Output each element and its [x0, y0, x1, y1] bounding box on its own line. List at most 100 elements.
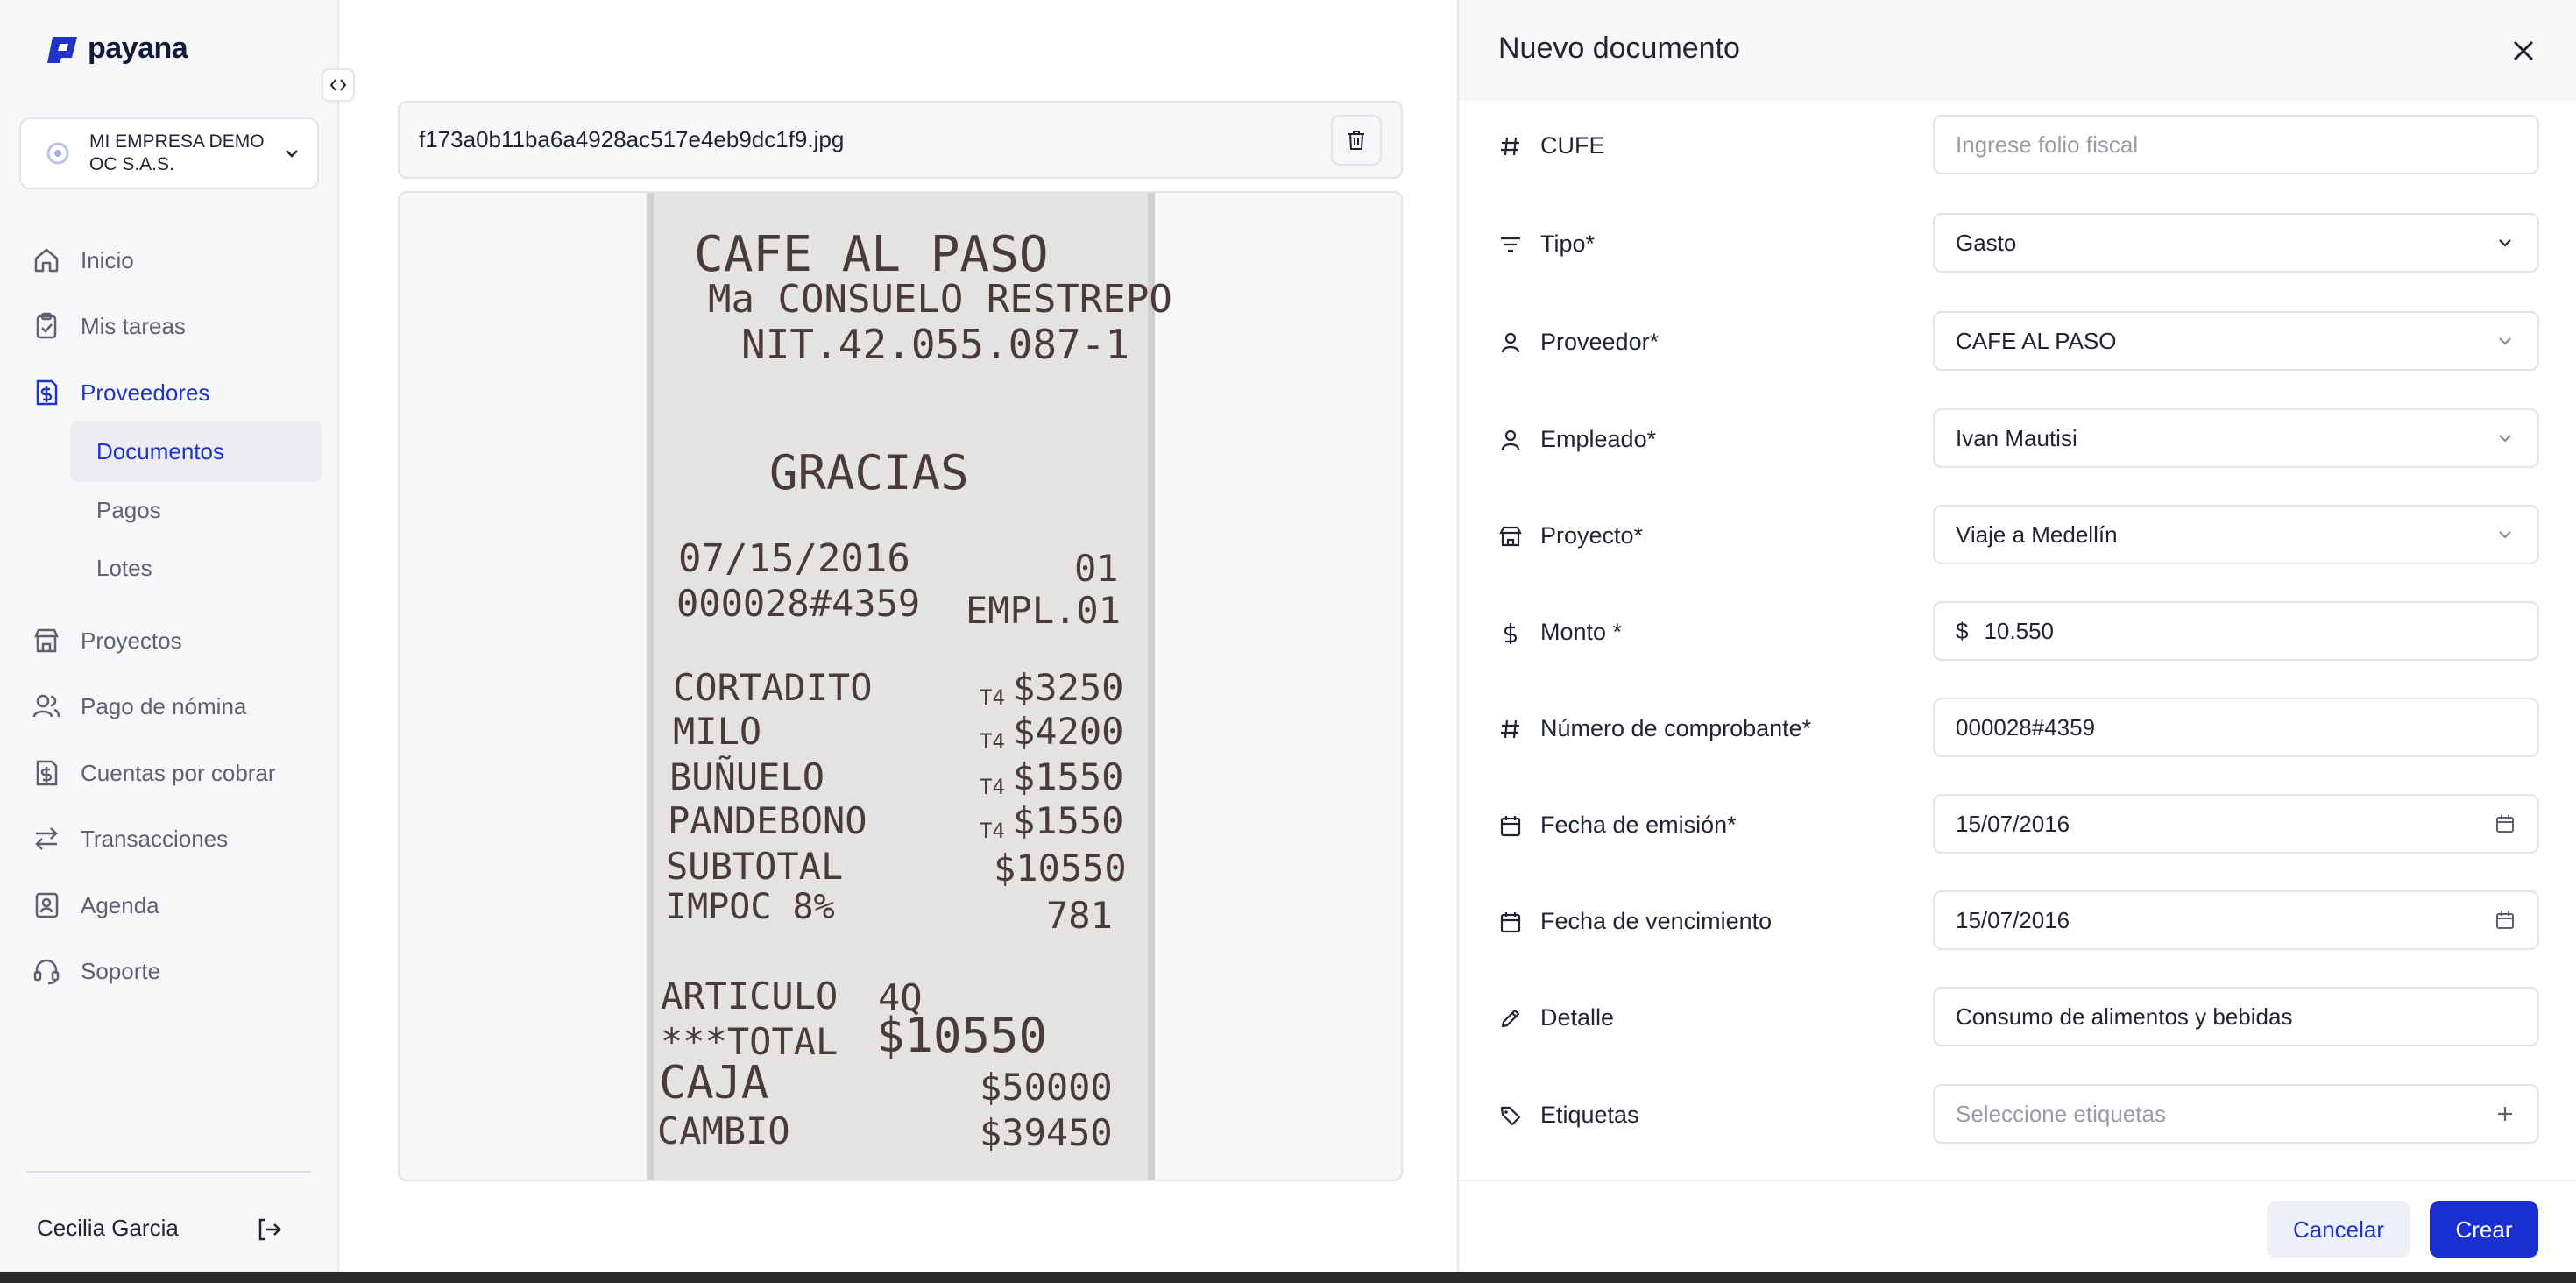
field-label: Fecha de emisión*	[1498, 812, 1737, 839]
receipt-tax-label: IMPOC 8%	[666, 887, 835, 927]
receipt-item-tax: T4	[980, 775, 1005, 799]
fecha-vencimiento-value: 15/07/2016	[1956, 906, 2070, 933]
hash-icon	[1501, 719, 1519, 738]
sub-nav-pagos[interactable]: Pagos	[70, 479, 322, 541]
receipt-change: $39450	[980, 1111, 1113, 1154]
nav-item-proyectos[interactable]: Proyectos	[32, 626, 182, 656]
receipt-nit: NIT.42.055.087-1	[741, 321, 1130, 368]
store-icon	[1499, 526, 1522, 546]
receipt-cash: $50000	[980, 1066, 1113, 1109]
nav-item-mis-tareas[interactable]: Mis tareas	[32, 311, 186, 341]
calendar-icon[interactable]	[2494, 909, 2516, 932]
receipt-item-tax: T4	[980, 819, 1005, 843]
delete-file-button[interactable]	[1331, 114, 1382, 166]
nav-item-transacciones[interactable]: Transacciones	[32, 824, 228, 854]
cufe-input[interactable]: Ingrese folio fiscal	[1933, 115, 2539, 174]
plus-icon[interactable]	[2494, 1102, 2516, 1125]
form-row-proyecto: Proyecto* Viaje a Medellín	[1459, 505, 2576, 566]
nav-label: Pago de nómina	[81, 692, 247, 719]
field-label-text: Empleado*	[1540, 426, 1657, 452]
new-document-drawer: Nuevo documento CUFE Ingrese folio fisca…	[1457, 0, 2576, 1283]
tipo-select[interactable]: Gasto	[1933, 213, 2539, 273]
sidebar-divider	[26, 1171, 311, 1173]
field-label-text: CUFE	[1540, 132, 1605, 159]
proveedor-value: CAFE AL PASO	[1956, 327, 2117, 354]
nav-item-pago-de-nomina[interactable]: Pago de nómina	[32, 691, 246, 721]
nav-label: Inicio	[81, 246, 134, 273]
proveedor-select[interactable]: CAFE AL PASO	[1933, 311, 2539, 371]
receipt-date-code: 01	[1074, 547, 1119, 590]
clipboard-check-icon	[36, 312, 57, 339]
empleado-select[interactable]: Ivan Mautisi	[1933, 408, 2539, 468]
contact-book-icon	[35, 892, 59, 918]
receipt-item-price: $1550	[1013, 799, 1124, 842]
numero-comprobante-input[interactable]: 000028#4359	[1933, 698, 2539, 757]
etiquetas-select[interactable]: Seleccione etiquetas	[1933, 1084, 2539, 1144]
company-logo-icon	[46, 142, 69, 165]
empleado-value: Ivan Mautisi	[1956, 424, 2077, 451]
nav-label: Proveedores	[81, 379, 210, 406]
sub-nav-label: Lotes	[96, 554, 152, 581]
monto-input[interactable]: $ 10.550	[1933, 601, 2539, 661]
receipt-item-name: BUÑUELO	[669, 755, 825, 798]
arrows-exchange-icon	[35, 827, 58, 850]
sub-nav-label: Pagos	[96, 496, 161, 523]
form-row-fecha-vencimiento: Fecha de vencimiento 15/07/2016	[1459, 890, 2576, 952]
logout-icon[interactable]	[254, 1215, 284, 1244]
company-selector[interactable]: MI EMPRESA DEMO OC S.A.S.	[19, 117, 319, 189]
calendar-icon	[1500, 911, 1521, 932]
nav-item-inicio[interactable]: Inicio	[32, 245, 134, 275]
nav-label: Transacciones	[81, 825, 229, 852]
create-button[interactable]: Crear	[2430, 1201, 2538, 1258]
chevron-down-icon	[2499, 337, 2511, 345]
cufe-placeholder: Ingrese folio fiscal	[1956, 131, 2139, 158]
form-row-numero-comprobante: Número de comprobante* 000028#4359	[1459, 698, 2576, 759]
form-row-detalle: Detalle Consumo de alimentos y bebidas	[1459, 987, 2576, 1048]
nav-item-agenda[interactable]: Agenda	[32, 890, 159, 920]
field-label: Número de comprobante*	[1498, 715, 1811, 742]
users-icon	[32, 694, 60, 718]
receipt-subtotal: $10550	[994, 847, 1127, 890]
sub-nav-lotes[interactable]: Lotes	[70, 537, 322, 599]
sub-nav-label: Documentos	[96, 437, 224, 464]
receipt-change-label: CAMBIO	[657, 1109, 790, 1152]
field-label-text: Fecha de emisión*	[1540, 812, 1737, 838]
receipt-employee: EMPL.01	[966, 589, 1122, 632]
receipt-owner: Ma CONSUELO RESTREPO	[708, 277, 1172, 322]
nav-item-proveedores[interactable]: Proveedores	[32, 378, 209, 408]
field-label-text: Proveedor*	[1540, 329, 1660, 355]
nav-label: Proyectos	[81, 627, 182, 654]
field-label-text: Fecha de vencimiento	[1540, 908, 1773, 934]
calendar-icon[interactable]	[2494, 812, 2516, 835]
sub-nav-documentos[interactable]: Documentos	[70, 421, 322, 482]
receipt-thanks: GRACIAS	[769, 445, 969, 500]
field-label: Tipo*	[1498, 230, 1595, 258]
collapse-sidebar-button[interactable]	[322, 68, 355, 102]
field-label: Detalle	[1498, 1004, 1614, 1031]
currency-prefix: $	[1956, 617, 1969, 644]
filter-lines-icon	[1501, 237, 1520, 252]
nav-label: Soporte	[81, 957, 161, 984]
chevron-down-icon	[2499, 531, 2511, 539]
headset-icon	[33, 959, 60, 985]
drawer-title: Nuevo documento	[1498, 32, 1740, 65]
invoice-dollar-icon	[36, 760, 58, 786]
proyecto-select[interactable]: Viaje a Medellín	[1933, 505, 2539, 564]
brand-name: payana	[88, 32, 188, 65]
fecha-vencimiento-input[interactable]: 15/07/2016	[1933, 890, 2539, 950]
receipt-image: CAFE AL PASO Ma CONSUELO RESTREPO NIT.42…	[647, 193, 1172, 1180]
nav-item-cuentas-por-cobrar[interactable]: Cuentas por cobrar	[32, 758, 276, 788]
detalle-input[interactable]: Consumo de alimentos y bebidas	[1933, 987, 2539, 1046]
nav-item-soporte[interactable]: Soporte	[32, 956, 160, 986]
field-label-text: Número de comprobante*	[1540, 715, 1812, 741]
nav-label: Cuentas por cobrar	[81, 759, 276, 786]
close-icon[interactable]	[2506, 33, 2541, 68]
cancel-button[interactable]: Cancelar	[2267, 1201, 2410, 1258]
fecha-emision-input[interactable]: 15/07/2016	[1933, 794, 2539, 854]
receipt-item-name: PANDEBONO	[668, 799, 867, 842]
field-label: Proyecto*	[1498, 522, 1643, 549]
receipt-ticket: 000028#4359	[676, 582, 921, 625]
dollar-icon	[1504, 622, 1518, 644]
payana-logo[interactable]: payana	[46, 32, 188, 66]
form-row-empleado: Empleado* Ivan Mautisi	[1459, 408, 2576, 470]
